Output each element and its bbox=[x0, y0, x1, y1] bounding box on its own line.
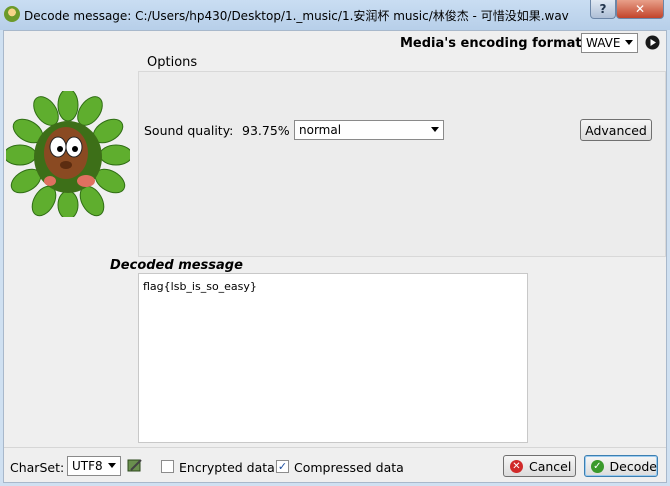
decoded-message-title: Decoded message bbox=[110, 258, 243, 273]
decode-button-label: Decode bbox=[609, 458, 657, 474]
advanced-button[interactable]: Advanced bbox=[580, 119, 652, 141]
encoding-format-select[interactable]: WAVE bbox=[581, 33, 638, 53]
encrypted-data-checkbox[interactable] bbox=[161, 460, 174, 473]
options-group bbox=[138, 71, 666, 257]
help-button[interactable]: ? bbox=[590, 0, 616, 19]
charset-label: CharSet: bbox=[10, 460, 65, 475]
cancel-button-label: Cancel bbox=[529, 458, 572, 474]
title-bar: Decode message: C:/Users/hp430/Desktop/1… bbox=[0, 0, 670, 30]
decode-button[interactable]: ✓ Decode bbox=[584, 455, 658, 477]
play-icon[interactable] bbox=[645, 35, 660, 50]
encrypted-data-label: Encrypted data bbox=[179, 460, 275, 475]
encoding-format-value: WAVE bbox=[586, 36, 621, 50]
compressed-data-label: Compressed data bbox=[294, 460, 404, 475]
cancel-button[interactable]: ✕ Cancel bbox=[503, 455, 576, 477]
chevron-down-icon bbox=[625, 40, 633, 45]
charset-select[interactable]: UTF8 bbox=[67, 456, 121, 476]
window-title: Decode message: C:/Users/hp430/Desktop/1… bbox=[24, 9, 569, 23]
mascot-icon bbox=[3, 88, 133, 220]
quality-select-value: normal bbox=[299, 123, 342, 137]
sound-quality-value: 93.75% bbox=[242, 123, 290, 138]
options-group-title: Options bbox=[147, 55, 198, 70]
app-icon bbox=[4, 6, 20, 22]
chevron-down-icon bbox=[431, 127, 439, 132]
decoded-message-text[interactable]: flag{lsb_is_so_easy} bbox=[138, 273, 528, 443]
charset-value: UTF8 bbox=[72, 459, 103, 473]
cancel-icon: ✕ bbox=[510, 459, 523, 473]
chevron-down-icon bbox=[108, 463, 116, 468]
footer-divider bbox=[4, 447, 666, 448]
check-icon: ✓ bbox=[591, 459, 604, 473]
sound-quality-label: Sound quality: bbox=[144, 123, 234, 138]
compressed-data-checkbox[interactable]: ✓ bbox=[276, 460, 289, 473]
edit-icon[interactable] bbox=[127, 457, 143, 473]
encoding-format-label: Media's encoding format : bbox=[400, 36, 592, 51]
dialog-client: Media's encoding format : WAVE Options S… bbox=[3, 30, 667, 483]
quality-select[interactable]: normal bbox=[294, 120, 444, 140]
close-button[interactable]: ✕ bbox=[616, 0, 664, 19]
